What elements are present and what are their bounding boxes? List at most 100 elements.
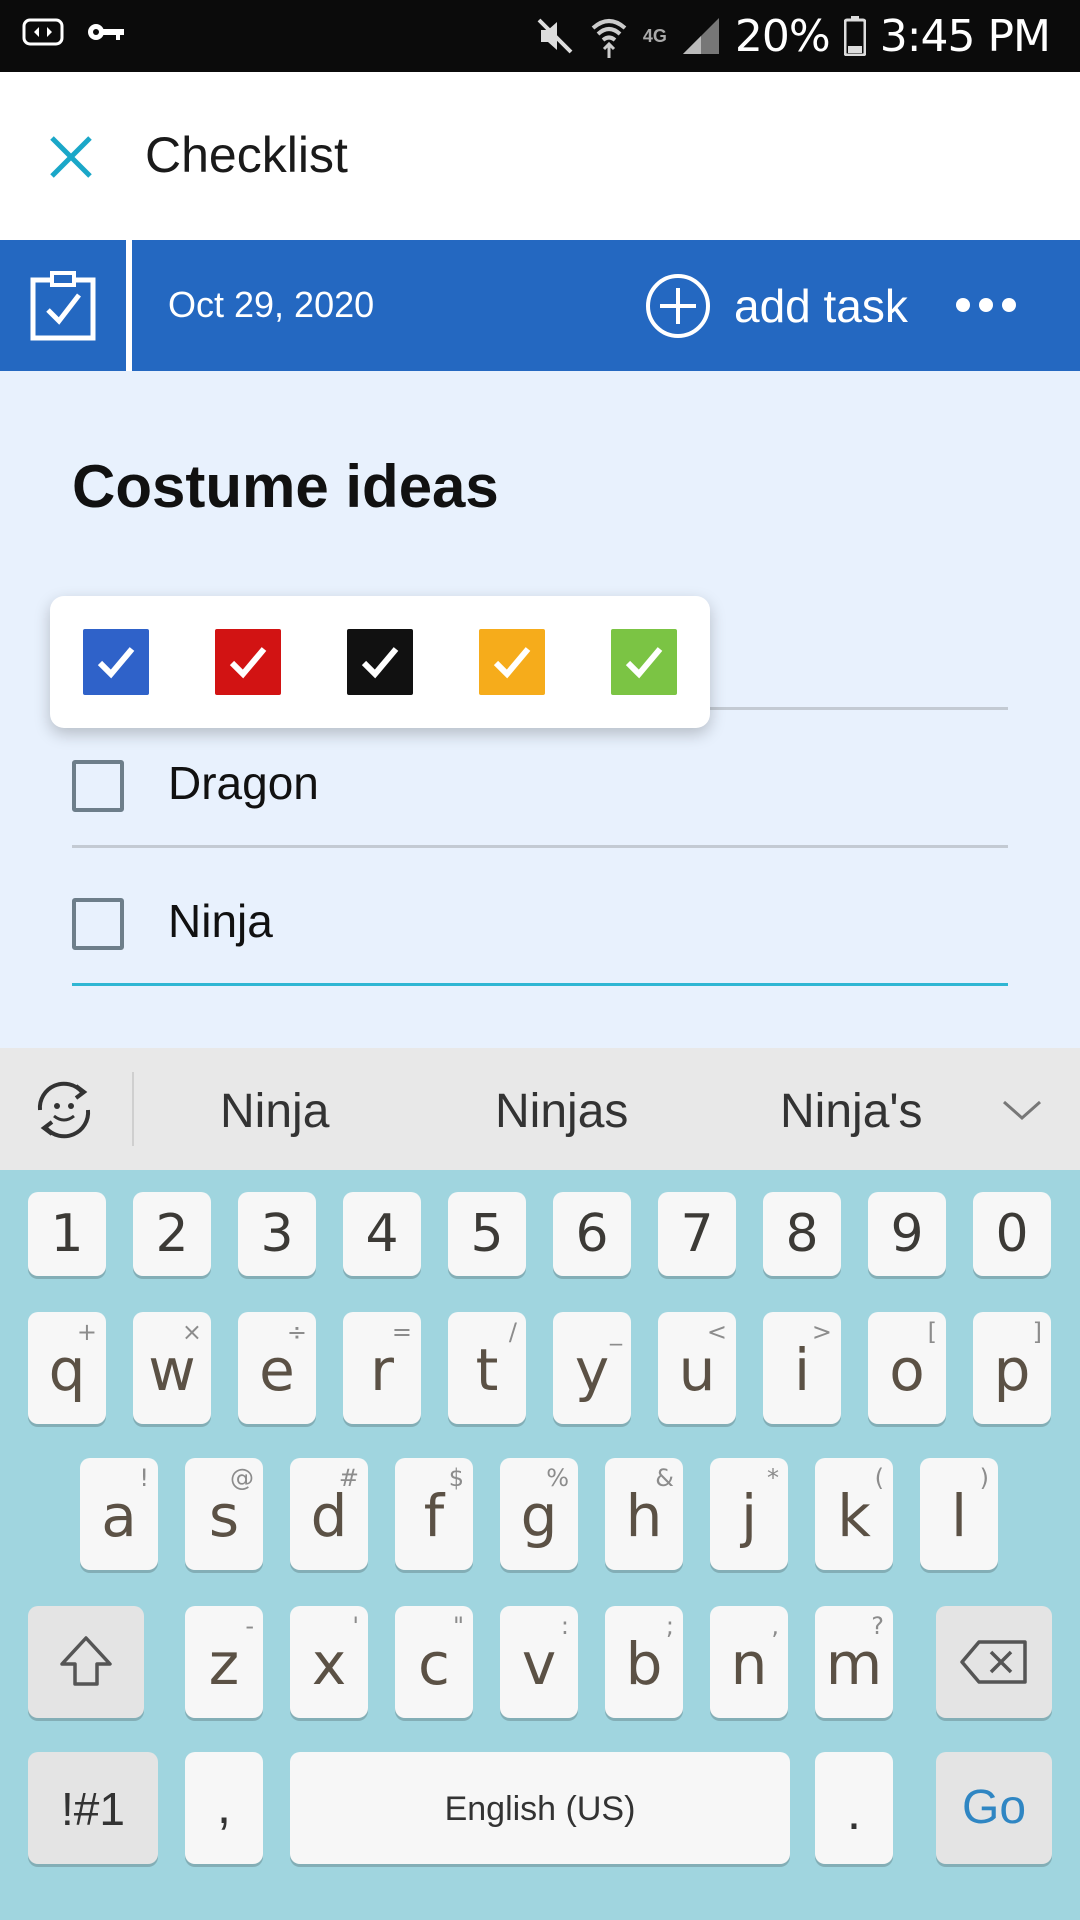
backspace-key[interactable] <box>936 1606 1052 1718</box>
battery-icon <box>843 16 866 56</box>
key-label: 6 <box>575 1204 609 1264</box>
key-5[interactable]: 5 <box>448 1192 526 1276</box>
key-label: 3 <box>260 1204 294 1264</box>
key-j[interactable]: * j <box>710 1458 788 1570</box>
key-label: !#1 <box>61 1783 125 1835</box>
key-label: g <box>520 1482 558 1550</box>
key-label: , <box>216 1777 232 1835</box>
key-8[interactable]: 8 <box>763 1192 841 1276</box>
key-w[interactable]: × w <box>133 1312 211 1424</box>
symbols-key[interactable]: !#1 <box>28 1752 158 1864</box>
key-z[interactable]: -z <box>185 1606 263 1718</box>
key-p[interactable]: ] p <box>973 1312 1051 1424</box>
key-icon <box>88 24 124 40</box>
color-swatch-black[interactable] <box>347 629 413 695</box>
key-k[interactable]: (k <box>815 1458 893 1570</box>
emoji-button[interactable] <box>30 1076 98 1144</box>
key-h[interactable]: & h <box>605 1458 683 1570</box>
key-q[interactable]: + q <box>28 1312 106 1424</box>
key-label: l <box>950 1482 968 1550</box>
check-icon <box>625 647 663 679</box>
clock: 3:45 PM <box>879 10 1051 62</box>
key-label: j <box>740 1482 758 1550</box>
key-u[interactable]: < u <box>658 1312 736 1424</box>
color-swatch-green[interactable] <box>611 629 677 695</box>
key-r[interactable]: = r <box>343 1312 421 1424</box>
check-icon <box>361 647 399 679</box>
check-icon <box>97 647 135 679</box>
key-n[interactable]: ,n <box>710 1606 788 1718</box>
key-9[interactable]: 9 <box>868 1192 946 1276</box>
suggestion-1[interactable]: Ninja <box>220 1084 329 1139</box>
key-label: 5 <box>470 1204 504 1264</box>
suggestion-3[interactable]: Ninja's <box>780 1084 923 1139</box>
checklist-title[interactable]: Costume ideas <box>72 452 499 521</box>
key-s[interactable]: @ s <box>185 1458 263 1570</box>
key-a[interactable]: ! a <box>80 1458 158 1570</box>
checklist-date[interactable]: Oct 29, 2020 <box>168 284 374 326</box>
key-6[interactable]: 6 <box>553 1192 631 1276</box>
item-label[interactable]: Ninja <box>168 894 273 948</box>
key-label: f <box>423 1482 445 1550</box>
key-b[interactable]: ; b <box>605 1606 683 1718</box>
key-x[interactable]: ' x <box>290 1606 368 1718</box>
key-v[interactable]: :v <box>500 1606 578 1718</box>
go-key[interactable]: Go <box>936 1752 1052 1864</box>
key-label: k <box>837 1482 871 1550</box>
key-c[interactable]: " c <box>395 1606 473 1718</box>
check-icon <box>493 647 531 679</box>
key-7[interactable]: 7 <box>658 1192 736 1276</box>
key-label: u <box>678 1336 716 1404</box>
key-i[interactable]: > i <box>763 1312 841 1424</box>
checklist-type-button[interactable] <box>0 240 132 371</box>
space-key[interactable]: English (US) <box>290 1752 790 1864</box>
key-label: 1 <box>50 1204 84 1264</box>
key-g[interactable]: % g <box>500 1458 578 1570</box>
expand-suggestions-button[interactable] <box>1000 1088 1044 1132</box>
key-4[interactable]: 4 <box>343 1192 421 1276</box>
key-label: o <box>889 1336 925 1404</box>
close-button[interactable] <box>40 126 102 188</box>
suggestion-2[interactable]: Ninjas <box>495 1084 628 1139</box>
item-checkbox[interactable] <box>72 760 124 812</box>
key-y[interactable]: _ y <box>553 1312 631 1424</box>
key-label: 8 <box>785 1204 819 1264</box>
key-m[interactable]: ? m <box>815 1606 893 1718</box>
key-f[interactable]: $ f <box>395 1458 473 1570</box>
shift-key[interactable] <box>28 1606 144 1718</box>
key-d[interactable]: # d <box>290 1458 368 1570</box>
checklist-item[interactable]: Dragon <box>72 712 1008 848</box>
key-label: x <box>311 1630 347 1698</box>
key-t[interactable]: / t <box>448 1312 526 1424</box>
add-task-label: add task <box>734 280 908 332</box>
key-label: Go <box>961 1781 1027 1834</box>
key-2[interactable]: 2 <box>133 1192 211 1276</box>
key-0[interactable]: 0 <box>973 1192 1051 1276</box>
more-options-button[interactable] <box>956 280 1026 330</box>
period-key[interactable]: . <box>815 1752 893 1864</box>
key-label: m <box>825 1630 883 1698</box>
suggestion-bar: Ninja Ninjas Ninja's <box>0 1048 1080 1170</box>
key-label: 2 <box>155 1204 189 1264</box>
key-1[interactable]: 1 <box>28 1192 106 1276</box>
item-checkbox[interactable] <box>72 898 124 950</box>
key-e[interactable]: ÷ e <box>238 1312 316 1424</box>
keyboard: 1 2 3 4 5 6 7 8 9 0 + q × w ÷ e = r / t _ y < u… <box>0 1170 1080 1920</box>
color-swatch-blue[interactable] <box>83 629 149 695</box>
key-o[interactable]: [o <box>868 1312 946 1424</box>
page-title: Checklist <box>145 127 348 183</box>
checklist-item-active[interactable]: Ninja <box>72 850 1008 986</box>
key-label: h <box>625 1482 663 1550</box>
color-swatch-red[interactable] <box>215 629 281 695</box>
item-label[interactable]: Dragon <box>168 756 319 810</box>
key-label: w <box>148 1336 196 1404</box>
add-task-button[interactable]: add task <box>644 272 908 340</box>
battery-percent: 20% <box>734 10 831 62</box>
key-3[interactable]: 3 <box>238 1192 316 1276</box>
comma-key[interactable]: , <box>185 1752 263 1864</box>
close-icon <box>50 136 92 178</box>
key-label: v <box>521 1630 557 1698</box>
add-circle-icon <box>646 274 710 338</box>
color-swatch-orange[interactable] <box>479 629 545 695</box>
key-l[interactable]: ) l <box>920 1458 998 1570</box>
